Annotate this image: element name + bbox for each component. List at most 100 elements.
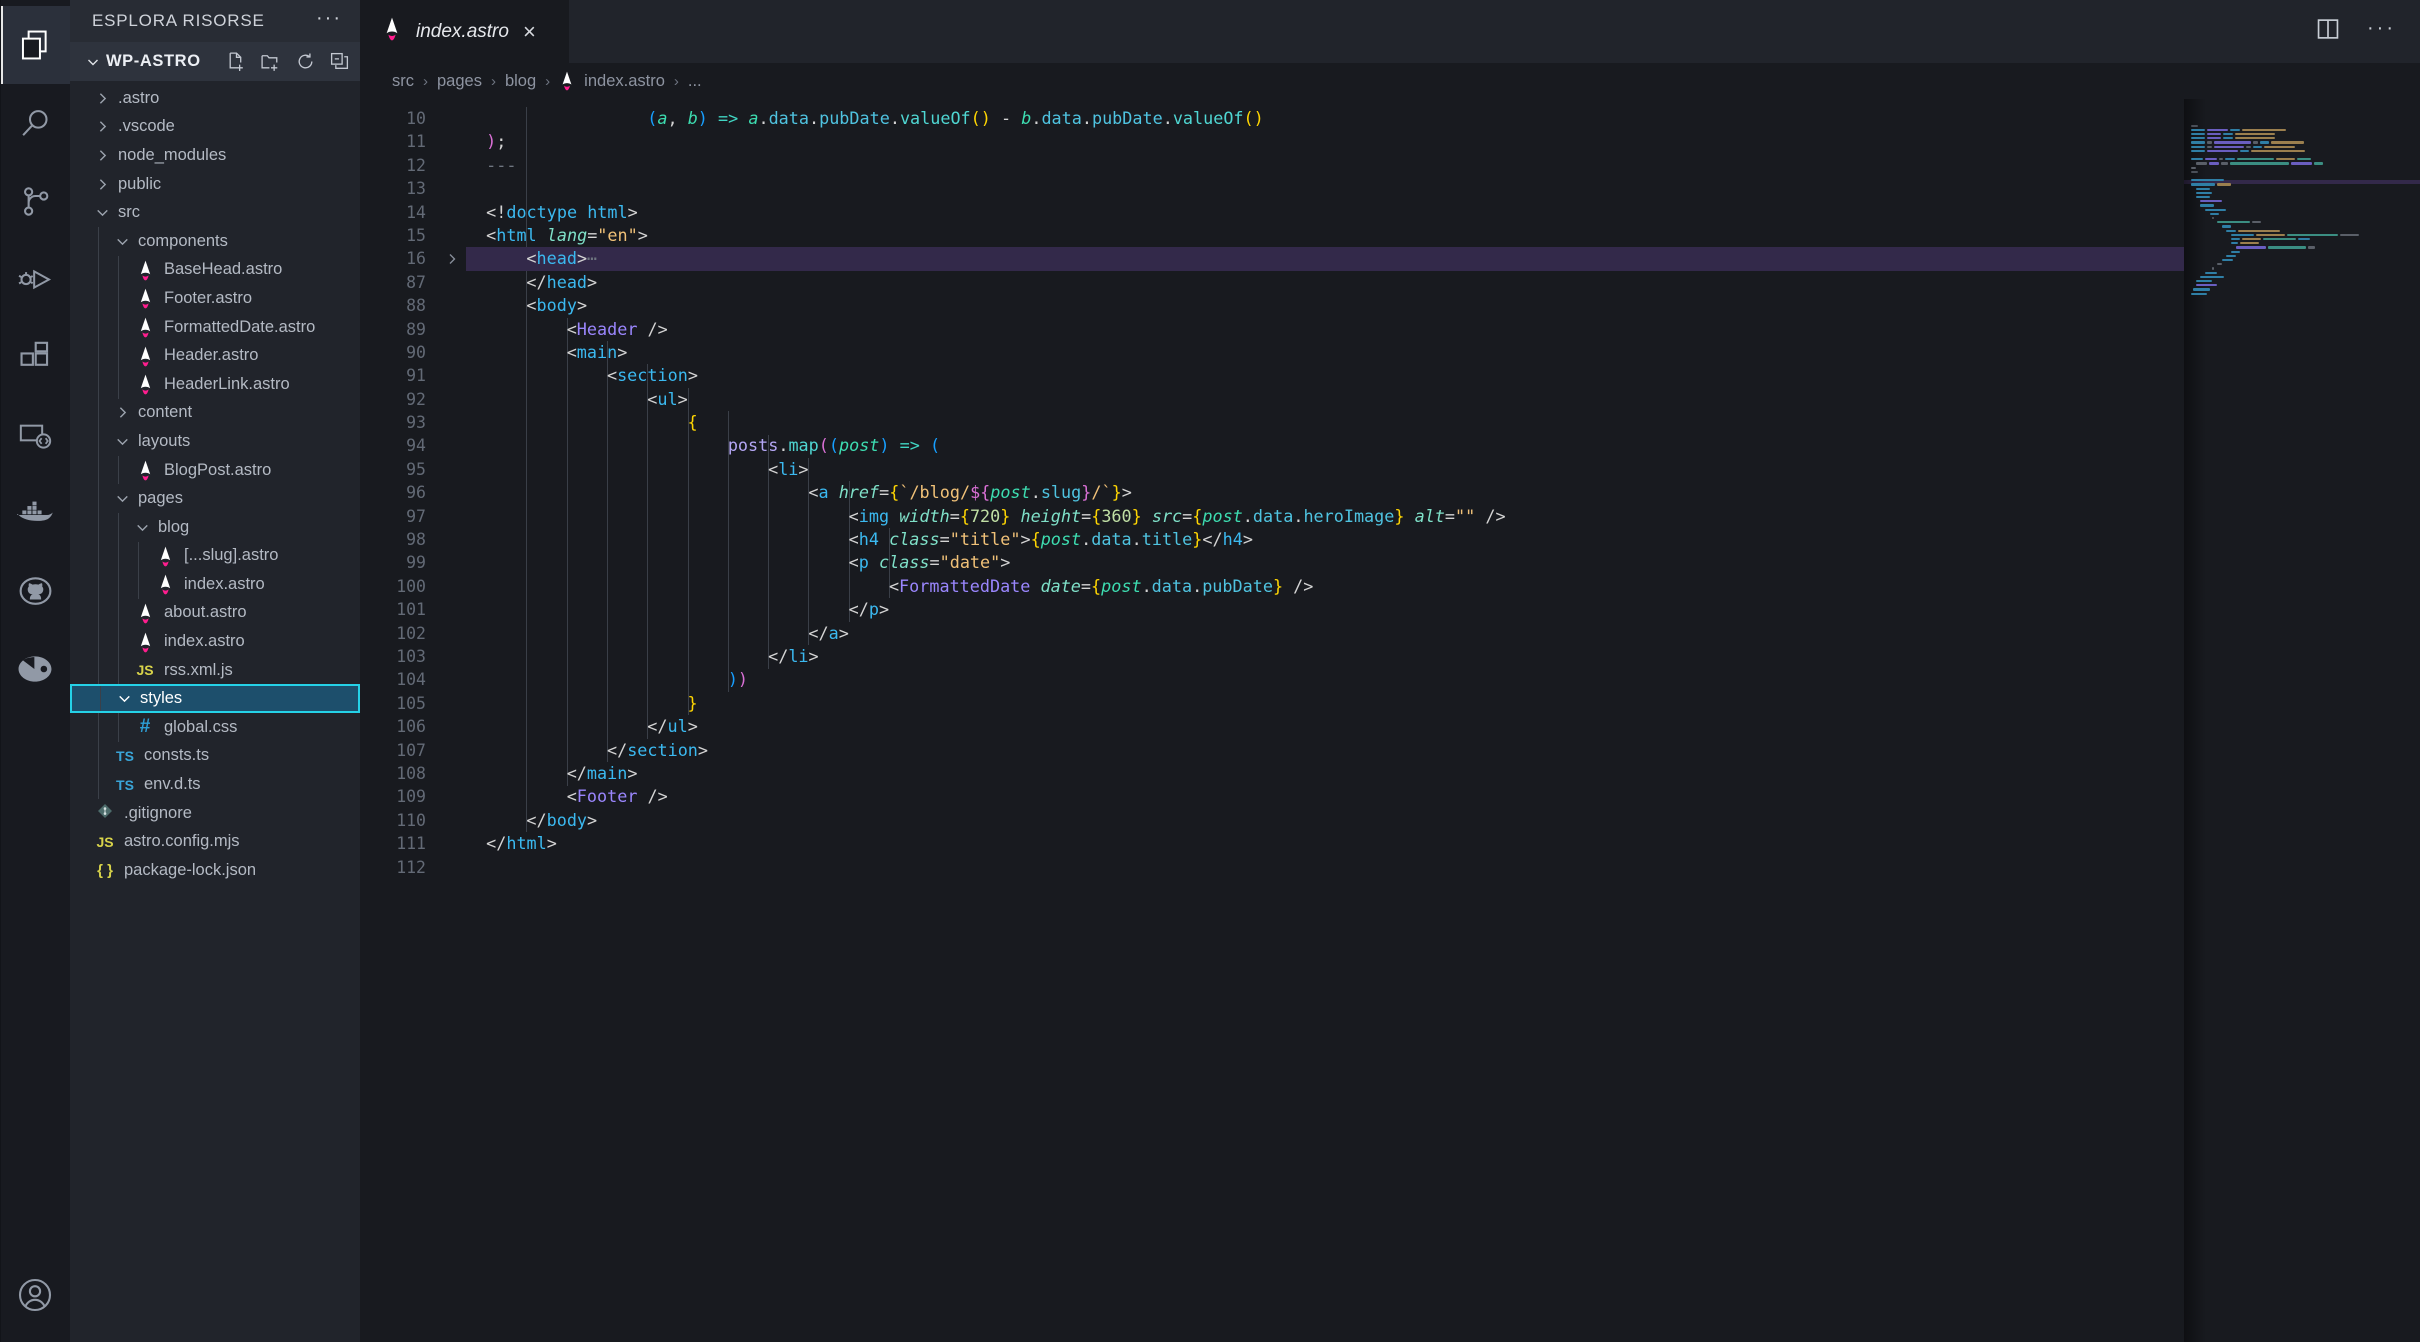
fold-gutter[interactable] bbox=[438, 99, 466, 1342]
code-line[interactable]: <!doctype html> bbox=[466, 201, 2420, 224]
code-line[interactable]: ); bbox=[466, 130, 2420, 153]
tree-file-row[interactable]: JS rss.xml.js bbox=[70, 655, 360, 685]
chevron-right-icon[interactable] bbox=[92, 176, 112, 193]
tree-file-row[interactable]: BaseHead.astro bbox=[70, 255, 360, 285]
chevron-down-icon[interactable] bbox=[112, 233, 132, 250]
activity-item-explorer[interactable] bbox=[0, 6, 70, 84]
tree-file-row[interactable]: Footer.astro bbox=[70, 284, 360, 313]
tree-folder-row[interactable]: .astro bbox=[70, 84, 360, 113]
tree-folder-row[interactable]: styles bbox=[70, 684, 360, 714]
tree-folder-row[interactable]: public bbox=[70, 170, 360, 199]
tree-file-row[interactable]: JS astro.config.mjs bbox=[70, 827, 360, 856]
fold-collapsed-icon[interactable] bbox=[438, 247, 466, 270]
tree-folder-row[interactable]: pages bbox=[70, 484, 360, 513]
code-line[interactable]: <section> bbox=[466, 364, 2420, 387]
tree-folder-row[interactable]: components bbox=[70, 226, 360, 256]
explorer-root-row[interactable]: WP-ASTRO bbox=[70, 42, 360, 81]
code-content[interactable]: (a, b) => a.data.pubDate.valueOf() - b.d… bbox=[466, 99, 2420, 1342]
code-line[interactable]: posts.map((post) => ( bbox=[466, 434, 2420, 457]
tree-file-row[interactable]: index.astro bbox=[70, 570, 360, 599]
chevron-right-icon[interactable] bbox=[92, 90, 112, 107]
tree-file-row[interactable]: HeaderLink.astro bbox=[70, 369, 360, 399]
tree-folder-row[interactable]: layouts bbox=[70, 427, 360, 456]
tree-folder-row[interactable]: blog bbox=[70, 512, 360, 542]
code-line[interactable]: </html> bbox=[466, 832, 2420, 855]
chevron-down-icon[interactable] bbox=[112, 490, 132, 507]
chevron-down-icon[interactable] bbox=[132, 519, 152, 536]
chevron-down-icon[interactable] bbox=[82, 54, 104, 70]
code-line[interactable]: <ul> bbox=[466, 388, 2420, 411]
code-line[interactable]: <li> bbox=[466, 458, 2420, 481]
sidebar-more-actions-icon[interactable]: ··· bbox=[316, 8, 342, 34]
new-folder-icon[interactable] bbox=[260, 51, 282, 72]
activity-item-github[interactable] bbox=[0, 552, 70, 630]
code-editor[interactable]: 10 11 12 13 14 15 16 87 88 89 90 91 92 93 94 95 96 97 98 99… bbox=[360, 99, 2420, 1342]
activity-item-extensions[interactable] bbox=[0, 318, 70, 396]
chevron-down-icon[interactable] bbox=[114, 690, 134, 707]
tree-file-row[interactable]: TS env.d.ts bbox=[70, 770, 360, 799]
code-line[interactable]: <img width={720} height={360} src={post.… bbox=[466, 505, 2420, 528]
activity-item-account[interactable] bbox=[0, 1256, 70, 1334]
code-line[interactable]: <main> bbox=[466, 341, 2420, 364]
tree-file-row[interactable]: FormattedDate.astro bbox=[70, 312, 360, 342]
code-line[interactable]: </p> bbox=[466, 598, 2420, 621]
code-line[interactable]: <head>⋯ bbox=[466, 247, 2420, 270]
code-line[interactable]: <html lang="en"> bbox=[466, 224, 2420, 247]
chevron-right-icon[interactable] bbox=[92, 118, 112, 135]
code-line[interactable]: <a href={`/blog/${post.slug}/`}> bbox=[466, 481, 2420, 504]
breadcrumb-item[interactable]: blog bbox=[505, 72, 536, 91]
code-line[interactable]: </section> bbox=[466, 739, 2420, 762]
code-line[interactable]: (a, b) => a.data.pubDate.valueOf() - b.d… bbox=[466, 107, 2420, 130]
code-line[interactable]: <FormattedDate date={post.data.pubDate} … bbox=[466, 575, 2420, 598]
chevron-down-icon[interactable] bbox=[92, 204, 112, 221]
breadcrumb-item[interactable]: index.astro bbox=[584, 72, 665, 91]
code-line[interactable]: )) bbox=[466, 668, 2420, 691]
tab-index-astro[interactable]: index.astro × bbox=[360, 0, 570, 63]
code-line[interactable]: </main> bbox=[466, 762, 2420, 785]
activity-item-run-and-debug[interactable] bbox=[0, 240, 70, 318]
breadcrumb-item[interactable]: pages bbox=[437, 72, 482, 91]
new-file-icon[interactable] bbox=[226, 51, 247, 72]
code-line[interactable]: <Header /> bbox=[466, 318, 2420, 341]
code-line[interactable]: </a> bbox=[466, 622, 2420, 645]
code-line[interactable]: } bbox=[466, 692, 2420, 715]
tree-file-row[interactable]: # global.css bbox=[70, 713, 360, 742]
tree-file-row[interactable]: index.astro bbox=[70, 627, 360, 656]
chevron-right-icon[interactable] bbox=[112, 404, 132, 421]
tree-file-row[interactable]: .gitignore bbox=[70, 799, 360, 828]
tree-file-row[interactable]: { } package-lock.json bbox=[70, 856, 360, 885]
code-line[interactable]: { bbox=[466, 411, 2420, 434]
tree-folder-row[interactable]: src bbox=[70, 198, 360, 227]
code-line[interactable]: --- bbox=[466, 154, 2420, 177]
tree-file-row[interactable]: Header.astro bbox=[70, 341, 360, 370]
code-line[interactable]: <Footer /> bbox=[466, 785, 2420, 808]
code-line[interactable]: <body> bbox=[466, 294, 2420, 317]
chevron-right-icon[interactable] bbox=[92, 147, 112, 164]
code-line[interactable]: </head> bbox=[466, 271, 2420, 294]
code-line[interactable]: </body> bbox=[466, 809, 2420, 832]
tree-file-row[interactable]: [...slug].astro bbox=[70, 541, 360, 571]
chevron-down-icon[interactable] bbox=[112, 433, 132, 450]
breadcrumb-item[interactable]: src bbox=[392, 72, 414, 91]
breadcrumb-item[interactable]: ... bbox=[688, 72, 702, 91]
tree-file-row[interactable]: about.astro bbox=[70, 598, 360, 628]
activity-item-astro-tools[interactable] bbox=[0, 630, 70, 708]
tree-file-row[interactable]: BlogPost.astro bbox=[70, 455, 360, 485]
tree-folder-row[interactable]: content bbox=[70, 398, 360, 428]
tree-folder-row[interactable]: node_modules bbox=[70, 141, 360, 170]
close-icon[interactable]: × bbox=[523, 20, 536, 43]
minimap[interactable] bbox=[2184, 99, 2420, 1342]
refresh-icon[interactable] bbox=[295, 51, 316, 72]
code-line[interactable] bbox=[466, 856, 2420, 879]
code-line[interactable]: </ul> bbox=[466, 715, 2420, 738]
tree-folder-row[interactable]: .vscode bbox=[70, 113, 360, 142]
code-line[interactable]: <h4 class="title">{post.data.title}</h4> bbox=[466, 528, 2420, 551]
code-line[interactable]: <p class="date"> bbox=[466, 551, 2420, 574]
collapse-all-icon[interactable] bbox=[329, 51, 350, 72]
activity-item-source-control[interactable] bbox=[0, 162, 70, 240]
activity-item-remote-explorer[interactable] bbox=[0, 396, 70, 474]
code-line[interactable] bbox=[466, 177, 2420, 200]
activity-item-docker[interactable] bbox=[0, 474, 70, 552]
code-line[interactable]: </li> bbox=[466, 645, 2420, 668]
activity-item-search[interactable] bbox=[0, 84, 70, 162]
